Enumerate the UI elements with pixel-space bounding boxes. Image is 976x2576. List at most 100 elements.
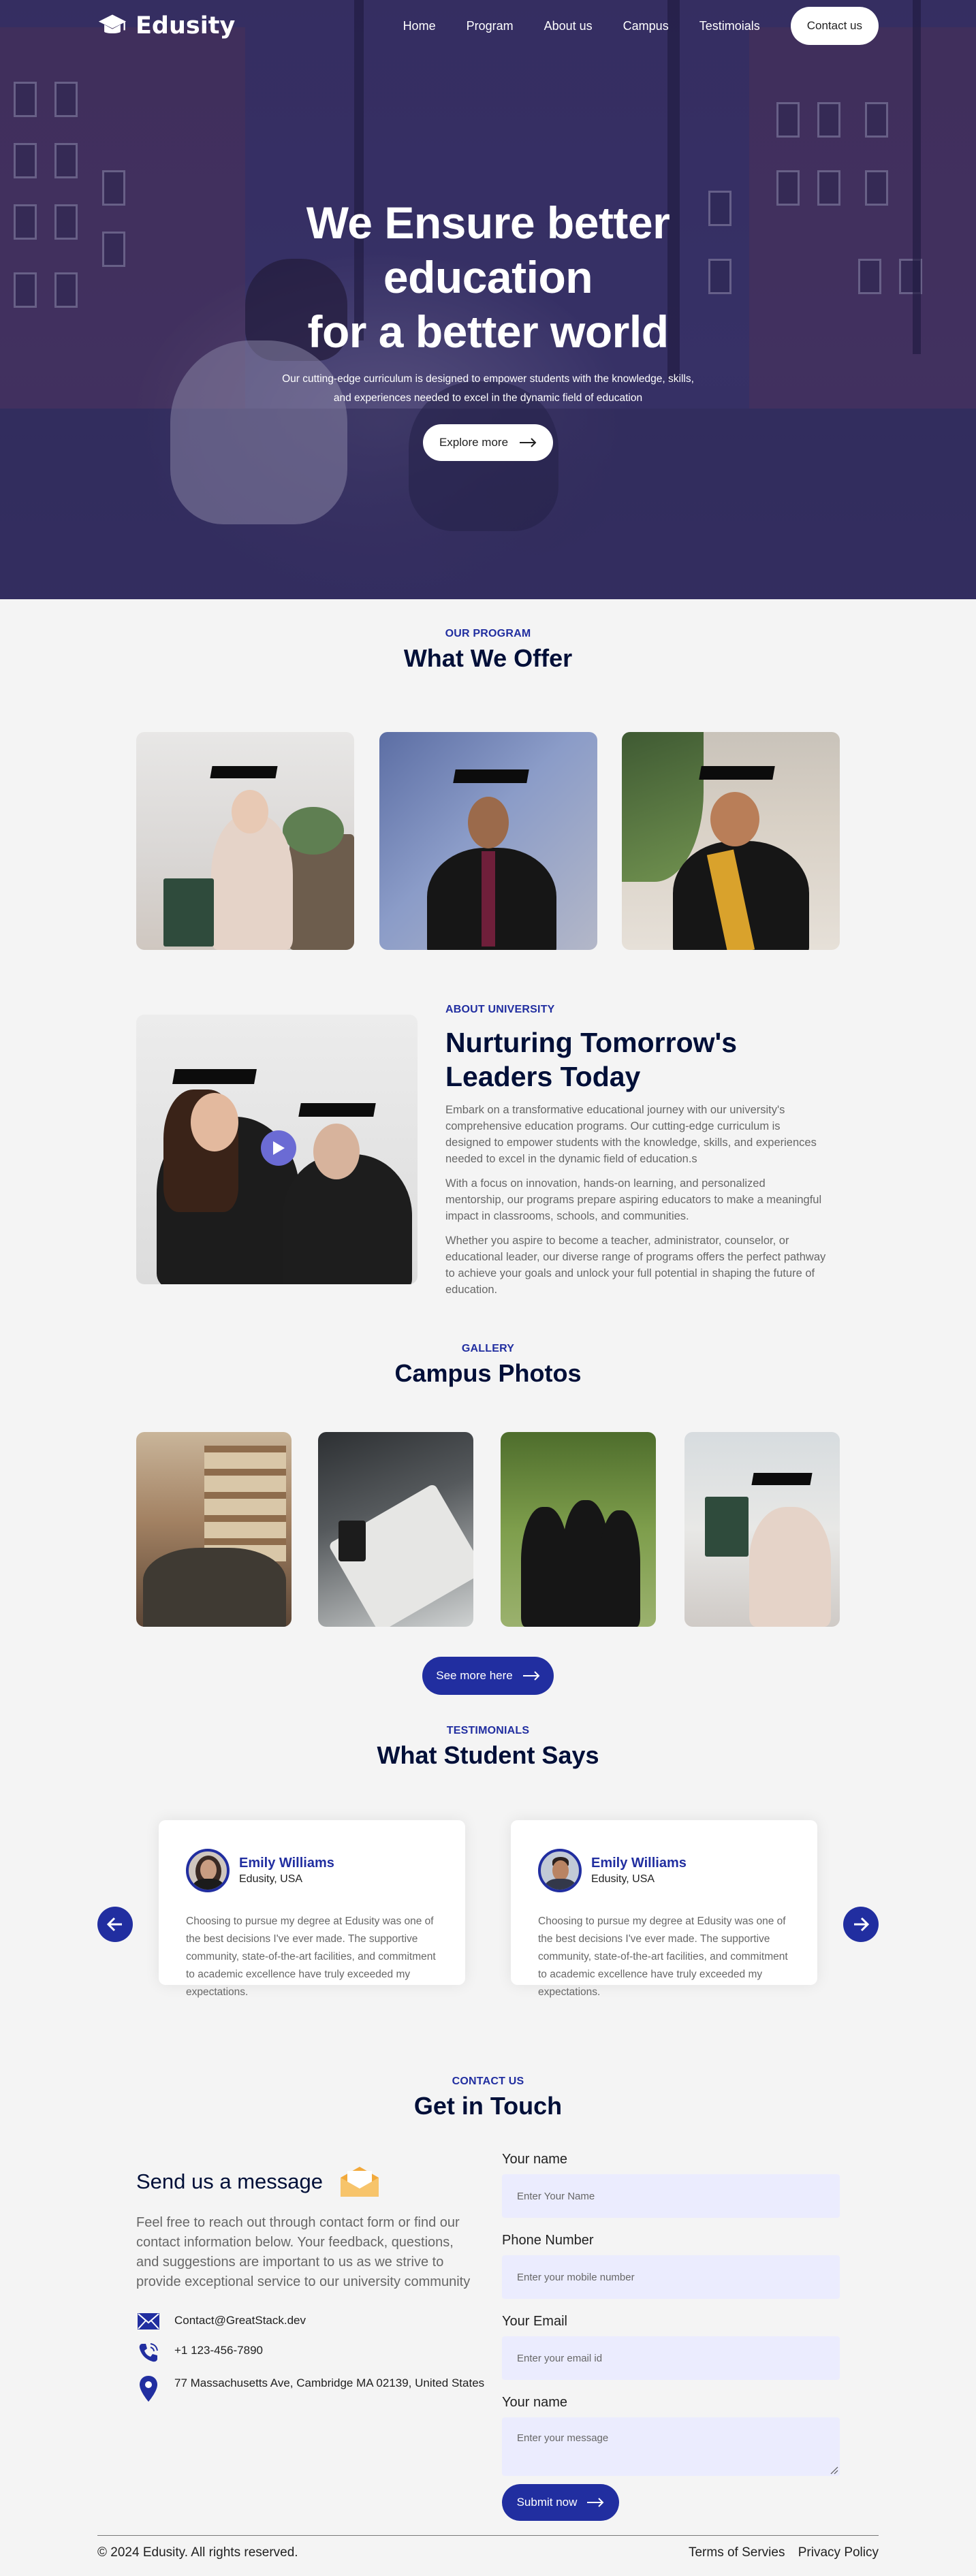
logo[interactable]: Edusity: [97, 11, 235, 41]
play-icon: [273, 1141, 285, 1155]
location-pin-icon: [140, 2376, 157, 2402]
slider-prev-button[interactable]: [97, 1907, 133, 1942]
gallery-photo-graduates[interactable]: [501, 1432, 656, 1627]
diploma-image: [705, 1497, 749, 1557]
diploma-image: [163, 878, 214, 947]
nav-item-campus[interactable]: Campus: [623, 7, 669, 45]
contact-info: Send us a message Feel free to reach out…: [136, 2165, 490, 2402]
contact-header: CONTACT US Get in Touch: [0, 2076, 976, 2120]
testimonial-user: Emily Williams Edusity, USA: [186, 1849, 438, 1892]
name-placeholder: Enter Your Name: [517, 2190, 595, 2202]
graduation-cap-icon: [98, 14, 127, 33]
mortarboard-image: [210, 766, 278, 778]
submit-label: Submit now: [516, 2496, 578, 2509]
about-title: Nurturing Tomorrow's Leaders Today: [445, 1025, 827, 1094]
hero-description: Our cutting-edge curriculum is designed …: [250, 370, 727, 408]
contact-email[interactable]: Contact@GreatStack.dev: [174, 2312, 306, 2329]
email-label: Your Email: [502, 2314, 567, 2329]
contact-heading-text: Send us a message: [136, 2169, 324, 2193]
about-subtitle: ABOUT UNIVERSITY: [445, 1004, 555, 1015]
students-image: [143, 1548, 286, 1627]
message-textarea[interactable]: Enter your message: [502, 2417, 840, 2476]
mortarboard-image: [751, 1473, 813, 1485]
contact-form: Your name Enter Your Name Phone Number E…: [502, 2152, 840, 2491]
privacy-link[interactable]: Privacy Policy: [798, 2545, 879, 2560]
nav-links: Home Program About us Campus Testimoials…: [373, 7, 879, 45]
graduate-face-2: [313, 1124, 360, 1179]
testimonials-subtitle: TESTIMONIALS: [446, 1725, 530, 1736]
gallery-title: Campus Photos: [394, 1359, 582, 1387]
gallery-photo-library[interactable]: [136, 1432, 292, 1627]
about-paragraph-1: Embark on a transformative educational j…: [445, 1104, 817, 1165]
mail-icon: [138, 2313, 159, 2329]
slider-next-button[interactable]: [843, 1907, 879, 1942]
arrow-right-icon: [854, 1917, 869, 1932]
avatar: [538, 1849, 582, 1892]
terms-link[interactable]: Terms of Servies: [689, 2545, 785, 2560]
avatar-face: [552, 1860, 569, 1881]
hero-description-line2: and experiences needed to excel in the d…: [333, 392, 643, 404]
graduate-face: [468, 797, 509, 848]
avatar-face: [200, 1860, 217, 1880]
plant-image: [283, 807, 344, 855]
contact-email-row: Contact@GreatStack.dev: [136, 2312, 490, 2330]
resize-handle-icon[interactable]: [830, 2466, 838, 2475]
nav-item-program[interactable]: Program: [467, 7, 514, 45]
hero-text: We Ensure better education for a better …: [0, 195, 976, 461]
contact-lead: Feel free to reach out through contact f…: [136, 2215, 471, 2289]
see-more-label: See more here: [436, 1669, 513, 1682]
bookshelf-image: [204, 1446, 286, 1561]
testimonial-location: Edusity, USA: [239, 1873, 303, 1885]
contact-phone-row: +1 123-456-7890: [136, 2342, 490, 2363]
graduate-face: [232, 790, 268, 833]
testimonial-quote: Choosing to pursue my degree at Edusity …: [186, 1915, 436, 1998]
footer-links: Terms of Servies Privacy Policy: [679, 2545, 879, 2560]
nav-item-home[interactable]: Home: [403, 7, 436, 45]
gallery-photo-meeting[interactable]: [318, 1432, 473, 1627]
email-input[interactable]: Enter your email id: [502, 2336, 840, 2380]
arrow-right-icon: [522, 1671, 540, 1681]
arrow-left-icon: [107, 1917, 122, 1932]
testimonial-name: Emily Williams: [239, 1856, 334, 1871]
contact-phone[interactable]: +1 123-456-7890: [174, 2342, 263, 2359]
testimonial-card: Emily Williams Edusity, USA Choosing to …: [511, 1820, 817, 1998]
tie-image: [482, 851, 495, 947]
play-video-button[interactable]: [261, 1130, 296, 1166]
gallery-header: GALLERY Campus Photos: [0, 1343, 976, 1388]
email-placeholder: Enter your email id: [517, 2352, 603, 2364]
phone-label: Phone Number: [502, 2233, 594, 2248]
testimonial-quote: Choosing to pursue my degree at Edusity …: [538, 1915, 788, 1998]
message-placeholder: Enter your message: [517, 2432, 609, 2444]
gallery-photo-diploma[interactable]: [684, 1432, 840, 1627]
graduate-face: [710, 792, 759, 846]
contact-us-button[interactable]: Contact us: [790, 7, 879, 45]
name-input[interactable]: Enter Your Name: [502, 2174, 840, 2218]
about-paragraph-3: Whether you aspire to become a teacher, …: [445, 1235, 826, 1296]
about-text: ABOUT UNIVERSITY Nurturing Tomorrow's Le…: [445, 1004, 827, 1298]
program-card-masters[interactable]: [379, 732, 597, 950]
nav-item-about[interactable]: About us: [544, 7, 593, 45]
program-subtitle: OUR PROGRAM: [445, 628, 531, 639]
contact-address-row: 77 Massachusetts Ave, Cambridge MA 02139…: [136, 2375, 490, 2402]
graduate-face: [191, 1093, 238, 1151]
testimonials-header: TESTIMONIALS What Student Says: [0, 1725, 976, 1770]
testimonial-user: Emily Williams Edusity, USA: [538, 1849, 790, 1892]
graduate-dress: [211, 814, 293, 950]
testimonial-name: Emily Williams: [591, 1856, 687, 1871]
submit-button[interactable]: Submit now: [502, 2484, 619, 2521]
testimonials-title: What Student Says: [377, 1741, 599, 1769]
see-more-button[interactable]: See more here: [422, 1657, 554, 1695]
about-paragraph-2: With a focus on innovation, hands-on lea…: [445, 1177, 822, 1222]
copyright: © 2024 Edusity. All rights reserved.: [97, 2545, 298, 2560]
hero-section: Edusity Home Program About us Campus Tes…: [0, 0, 976, 599]
explore-more-button[interactable]: Explore more: [422, 424, 554, 461]
phone-input[interactable]: Enter your mobile number: [502, 2255, 840, 2299]
nav-item-testimonials[interactable]: Testimoials: [699, 7, 760, 45]
program-card-graduation[interactable]: [136, 732, 354, 950]
arrow-right-icon: [520, 438, 537, 447]
hero-title-line1: We Ensure better education: [306, 197, 670, 302]
program-header: OUR PROGRAM What We Offer: [0, 628, 976, 673]
gallery-subtitle: GALLERY: [461, 1343, 515, 1354]
program-card-doctorate[interactable]: [622, 732, 840, 950]
mortarboard-image: [699, 766, 775, 780]
